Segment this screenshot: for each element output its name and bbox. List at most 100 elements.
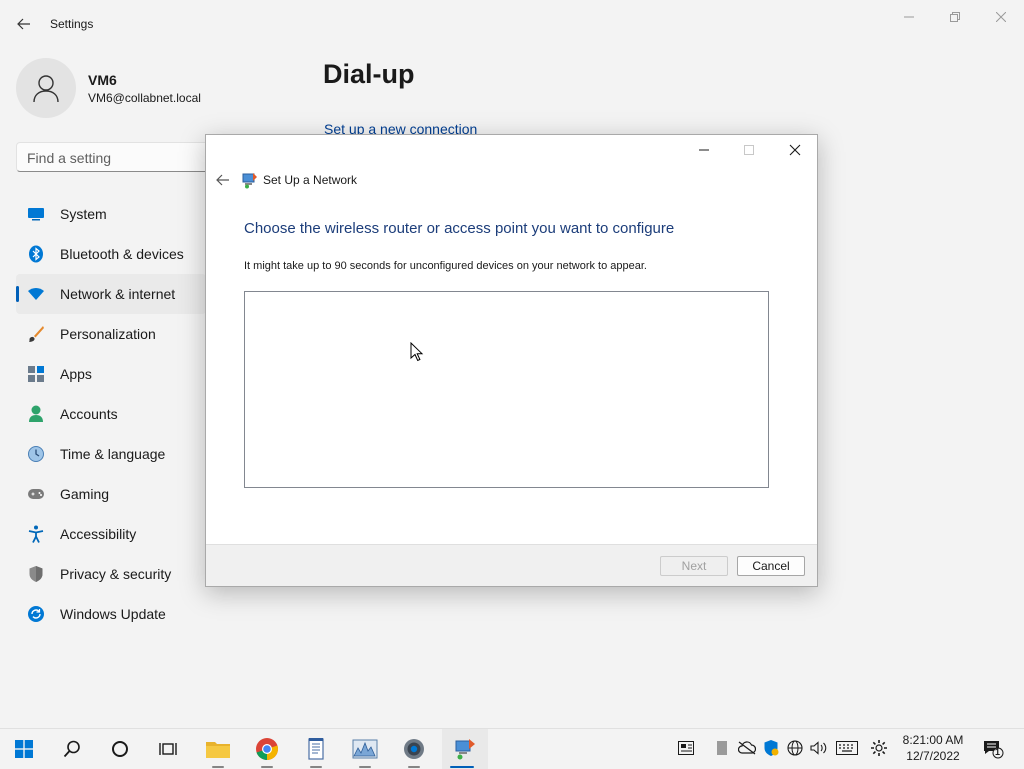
sidebar-item-accessibility[interactable]: Accessibility	[16, 514, 206, 554]
defender-shield-icon	[764, 740, 779, 756]
sidebar-item-apps[interactable]: Apps	[16, 354, 206, 394]
start-icon	[15, 740, 33, 758]
taskbar-settings[interactable]	[394, 729, 434, 769]
taskbar-network-setup[interactable]	[442, 729, 488, 769]
title-bar: Settings	[0, 0, 1024, 48]
brush-icon	[27, 325, 45, 343]
sidebar-item-label: Accessibility	[60, 526, 137, 542]
task-view-button[interactable]	[148, 729, 188, 769]
clock[interactable]: 8:21:00 AM 12/7/2022	[892, 732, 974, 764]
sidebar-item-update[interactable]: Windows Update	[16, 594, 206, 634]
notification-badge: 1	[995, 747, 1001, 757]
restore-button[interactable]	[932, 6, 978, 28]
dialog-title: Set Up a Network	[263, 173, 358, 187]
dialog-maximize-button[interactable]	[727, 139, 771, 161]
accounts-icon	[27, 405, 45, 423]
dialog-close-button[interactable]	[773, 139, 817, 161]
sidebar-item-network[interactable]: Network & internet	[16, 274, 206, 314]
sidebar-nav: System Bluetooth & devices Network & int…	[16, 194, 206, 634]
close-icon	[996, 12, 1006, 22]
gear-icon	[871, 740, 887, 756]
storage-icon	[717, 741, 727, 755]
notepad-icon	[308, 738, 324, 760]
update-icon	[27, 605, 45, 623]
sidebar-item-label: Network & internet	[60, 286, 176, 302]
cortana-button[interactable]	[100, 729, 140, 769]
tray-onedrive[interactable]	[738, 739, 756, 757]
tray-defender[interactable]	[762, 739, 780, 757]
person-icon	[33, 75, 59, 103]
performance-monitor-icon	[352, 739, 378, 759]
bluetooth-icon	[27, 245, 45, 263]
taskbar-notepad[interactable]	[296, 729, 336, 769]
app-title: Settings	[50, 17, 94, 31]
sidebar-item-label: Privacy & security	[60, 566, 172, 582]
taskbar-search-button[interactable]	[52, 729, 92, 769]
sidebar-item-label: Time & language	[60, 446, 166, 462]
apps-icon	[27, 365, 45, 383]
tray-flag[interactable]	[713, 739, 731, 757]
task-view-icon	[159, 743, 177, 755]
dialog-minimize-button[interactable]	[682, 139, 726, 161]
cortana-icon	[112, 741, 128, 757]
notification-center-button[interactable]: 1	[982, 738, 1004, 760]
sidebar-item-gaming[interactable]: Gaming	[16, 474, 206, 514]
start-button[interactable]	[4, 729, 44, 769]
tray-network[interactable]	[786, 739, 804, 757]
sidebar-item-label: Gaming	[60, 486, 110, 502]
sidebar-item-label: Apps	[60, 366, 92, 382]
clock-time: 8:21:00 AM	[902, 733, 964, 747]
tray-news[interactable]	[677, 739, 695, 757]
dialog-back-button[interactable]	[212, 171, 234, 189]
accessibility-icon	[27, 525, 45, 543]
sidebar-item-privacy[interactable]: Privacy & security	[16, 554, 206, 594]
avatar[interactable]	[16, 58, 76, 118]
sidebar-item-label: Bluetooth & devices	[60, 246, 184, 262]
restore-icon	[950, 12, 960, 22]
arrow-left-icon	[216, 174, 229, 186]
tray-volume[interactable]	[810, 739, 828, 757]
taskbar-chrome[interactable]	[247, 729, 287, 769]
clock-icon	[27, 445, 45, 463]
tray-keyboard[interactable]	[836, 739, 858, 757]
close-button[interactable]	[978, 6, 1024, 28]
taskbar: 8:21:00 AM 12/7/2022 1	[0, 728, 1024, 769]
page-title: Dial-up	[323, 59, 415, 89]
sidebar-item-label: Personalization	[60, 326, 156, 342]
user-email: VM6@collabnet.local	[88, 91, 201, 105]
minimize-icon	[904, 16, 914, 18]
dialog-description: It might take up to 90 seconds for uncon…	[244, 260, 647, 272]
close-icon	[789, 144, 801, 156]
sidebar-item-label: System	[60, 206, 107, 222]
cancel-button[interactable]: Cancel	[737, 556, 805, 576]
dialog-heading: Choose the wireless router or access poi…	[244, 220, 675, 237]
tray-settings[interactable]	[870, 739, 888, 757]
chrome-icon	[256, 738, 278, 760]
back-button[interactable]	[12, 12, 36, 36]
sidebar-item-personalization[interactable]: Personalization	[16, 314, 206, 354]
taskbar-performance-monitor[interactable]	[345, 729, 385, 769]
minimize-button[interactable]	[886, 6, 932, 28]
wifi-icon	[27, 285, 45, 303]
shield-icon	[27, 565, 45, 583]
gamepad-icon	[27, 485, 45, 503]
cloud-offline-icon	[738, 741, 756, 755]
file-explorer-icon	[206, 742, 230, 758]
next-button[interactable]: Next	[660, 556, 728, 576]
volume-icon	[810, 741, 827, 755]
clock-date: 12/7/2022	[906, 749, 960, 763]
globe-icon	[787, 740, 803, 756]
sidebar-item-accounts[interactable]: Accounts	[16, 394, 206, 434]
user-name: VM6	[88, 72, 117, 88]
sidebar-item-label: Accounts	[60, 406, 118, 422]
taskbar-file-explorer[interactable]	[198, 729, 238, 769]
sidebar-item-time[interactable]: Time & language	[16, 434, 206, 474]
device-list[interactable]	[244, 291, 769, 488]
system-icon	[27, 205, 45, 223]
network-setup-icon	[242, 173, 257, 189]
sidebar-item-bluetooth[interactable]: Bluetooth & devices	[16, 234, 206, 274]
dialog-footer: Next Cancel	[206, 544, 817, 586]
sidebar-item-label: Windows Update	[60, 606, 166, 622]
sidebar-item-system[interactable]: System	[16, 194, 206, 234]
keyboard-icon	[836, 741, 858, 755]
